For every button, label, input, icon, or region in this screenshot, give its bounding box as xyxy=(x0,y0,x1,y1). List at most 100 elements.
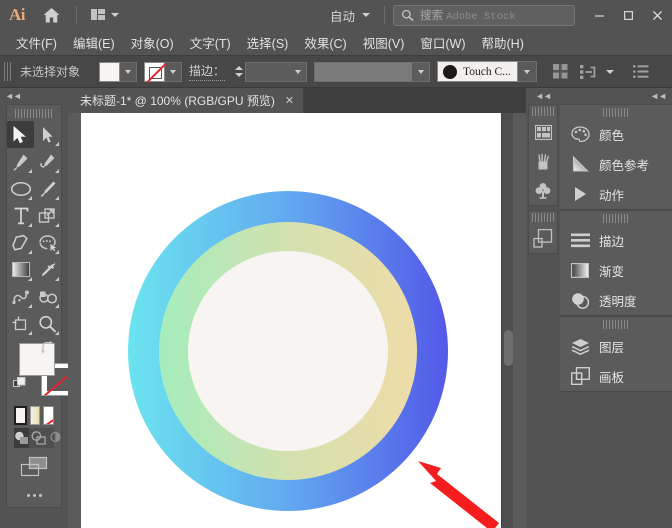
swatches-panel-icon[interactable] xyxy=(529,118,557,147)
collapse-panel-icon[interactable]: ◄◄ xyxy=(526,88,560,104)
search-icon xyxy=(402,9,414,21)
search-input[interactable]: 搜索 Adobe Stock xyxy=(393,4,575,26)
menu-file[interactable]: 文件(F) xyxy=(8,30,65,55)
menu-type[interactable]: 文字(T) xyxy=(182,30,239,55)
brush-definition-control[interactable]: Touch C... xyxy=(437,61,537,82)
actions-panel[interactable]: 动作 xyxy=(560,179,672,209)
menu-effect[interactable]: 效果(C) xyxy=(296,30,354,55)
auto-dropdown[interactable]: 自动 xyxy=(324,6,376,25)
menu-select[interactable]: 选择(S) xyxy=(239,30,297,55)
color-panel[interactable]: 颜色 xyxy=(560,119,672,149)
panel-gripper[interactable] xyxy=(603,108,629,117)
minimize-button[interactable] xyxy=(585,0,614,30)
draw-mode-buttons xyxy=(14,428,61,448)
collapse-panel-icon[interactable]: ◄◄ xyxy=(560,88,672,104)
color-mode-swatches xyxy=(14,406,55,425)
stroke-weight-stepper[interactable] xyxy=(232,62,245,82)
stroke-panel[interactable]: 描边 xyxy=(560,225,672,255)
draw-inside-mode[interactable] xyxy=(48,428,63,448)
chevron-down-icon xyxy=(125,69,132,74)
menu-object[interactable]: 对象(O) xyxy=(123,30,182,55)
draw-behind-mode[interactable] xyxy=(31,428,46,448)
stroke-color-control[interactable] xyxy=(144,61,183,82)
icon-dock-group-2 xyxy=(528,210,558,254)
artboard-tool[interactable] xyxy=(7,310,34,337)
scrollbar-thumb[interactable] xyxy=(504,330,513,366)
gradient-swatch[interactable] xyxy=(29,406,41,425)
chevron-down-icon[interactable] xyxy=(605,69,614,74)
gradient-panel[interactable]: 渐变 xyxy=(560,255,672,285)
fill-color-control[interactable] xyxy=(99,61,138,82)
none-swatch[interactable] xyxy=(43,406,55,425)
screen-mode-icon[interactable] xyxy=(7,451,61,483)
direct-selection-tool[interactable] xyxy=(34,121,61,148)
ellipse-tool[interactable] xyxy=(7,175,34,202)
home-icon[interactable] xyxy=(34,0,68,30)
more-tools-icon[interactable] xyxy=(7,483,61,507)
stroke-weight-dropdown[interactable] xyxy=(289,63,306,81)
fill-dropdown-button[interactable] xyxy=(120,61,138,82)
brush-dropdown-button[interactable] xyxy=(517,61,537,82)
artboard[interactable] xyxy=(81,113,513,528)
fill-swatch[interactable] xyxy=(99,61,121,82)
maximize-button[interactable] xyxy=(614,0,643,30)
close-icon[interactable]: ✕ xyxy=(285,94,294,107)
color-guide-panel[interactable]: 颜色参考 xyxy=(560,149,672,179)
transform-icon[interactable] xyxy=(578,61,599,82)
draw-normal-mode[interactable] xyxy=(14,428,29,448)
menu-edit[interactable]: 编辑(E) xyxy=(65,30,123,55)
type-tool[interactable] xyxy=(7,202,34,229)
paintbrush-tool[interactable] xyxy=(34,175,61,202)
panel-group-layers: 图层 画板 xyxy=(560,316,672,392)
profile-dropdown[interactable] xyxy=(412,63,429,81)
symbols-panel-icon[interactable] xyxy=(529,176,557,205)
layers-panel[interactable]: 图层 xyxy=(560,331,672,361)
scale-tool[interactable] xyxy=(34,202,61,229)
stroke-dropdown-button[interactable] xyxy=(165,61,183,82)
tools-panel-gripper[interactable] xyxy=(15,109,53,118)
brush-definition-preview[interactable]: Touch C... xyxy=(437,61,518,82)
eyedropper-tool[interactable] xyxy=(34,256,61,283)
swap-fill-stroke-icon[interactable] xyxy=(41,341,54,354)
options-menu-icon[interactable] xyxy=(631,61,652,82)
symbol-sprayer-tool[interactable] xyxy=(7,283,34,310)
pen-tool[interactable] xyxy=(7,148,34,175)
pathfinder-panel-icon[interactable] xyxy=(529,224,557,253)
panel-gripper[interactable] xyxy=(603,214,629,223)
variable-width-profile[interactable] xyxy=(314,61,431,82)
stroke-weight-label[interactable]: 描边： xyxy=(189,62,226,81)
align-icon[interactable] xyxy=(550,61,571,82)
menu-window[interactable]: 窗口(W) xyxy=(412,30,473,55)
menu-view[interactable]: 视图(V) xyxy=(355,30,413,55)
stroke-swatch-none[interactable] xyxy=(144,61,166,82)
panel-gripper[interactable] xyxy=(603,320,629,329)
selection-tool[interactable] xyxy=(7,121,34,148)
zoom-tool[interactable] xyxy=(34,310,61,337)
blend-tool[interactable] xyxy=(34,283,61,310)
canvas-vertical-scrollbar[interactable] xyxy=(501,113,513,528)
collapse-panel-icon[interactable]: ◄◄ xyxy=(0,88,68,104)
panel-dock: ◄◄ 颜色 颜色参考 动作 描边 渐变 透明度 图层 画板 xyxy=(560,88,672,528)
color-swatch[interactable] xyxy=(14,406,27,425)
chevron-down-icon xyxy=(294,69,301,74)
close-button[interactable] xyxy=(643,0,672,30)
panel-gripper[interactable] xyxy=(532,107,554,116)
control-bar-gripper[interactable] xyxy=(4,62,11,81)
gradient-square-icon xyxy=(570,262,590,278)
curvature-tool[interactable] xyxy=(34,148,61,175)
default-fill-stroke-icon[interactable] xyxy=(13,377,26,390)
eraser-tool[interactable] xyxy=(7,229,34,256)
arrange-documents-icon[interactable] xyxy=(85,3,125,27)
stroke-weight-input[interactable] xyxy=(245,61,308,82)
tools-panel-body xyxy=(6,104,77,508)
transparency-panel[interactable]: 透明度 xyxy=(560,285,672,315)
concentric-rings-graphic[interactable] xyxy=(81,113,513,528)
gradient-tool[interactable] xyxy=(7,256,34,283)
shape-builder-tool[interactable] xyxy=(34,229,61,256)
brushes-panel-icon[interactable] xyxy=(529,147,557,176)
gradient-panel-label: 渐变 xyxy=(599,264,625,279)
document-tab[interactable]: 未标题-1* @ 100% (RGB/GPU 预览) ✕ xyxy=(68,88,304,113)
artboards-panel[interactable]: 画板 xyxy=(560,361,672,391)
panel-gripper[interactable] xyxy=(532,213,554,222)
menu-help[interactable]: 帮助(H) xyxy=(474,30,532,55)
